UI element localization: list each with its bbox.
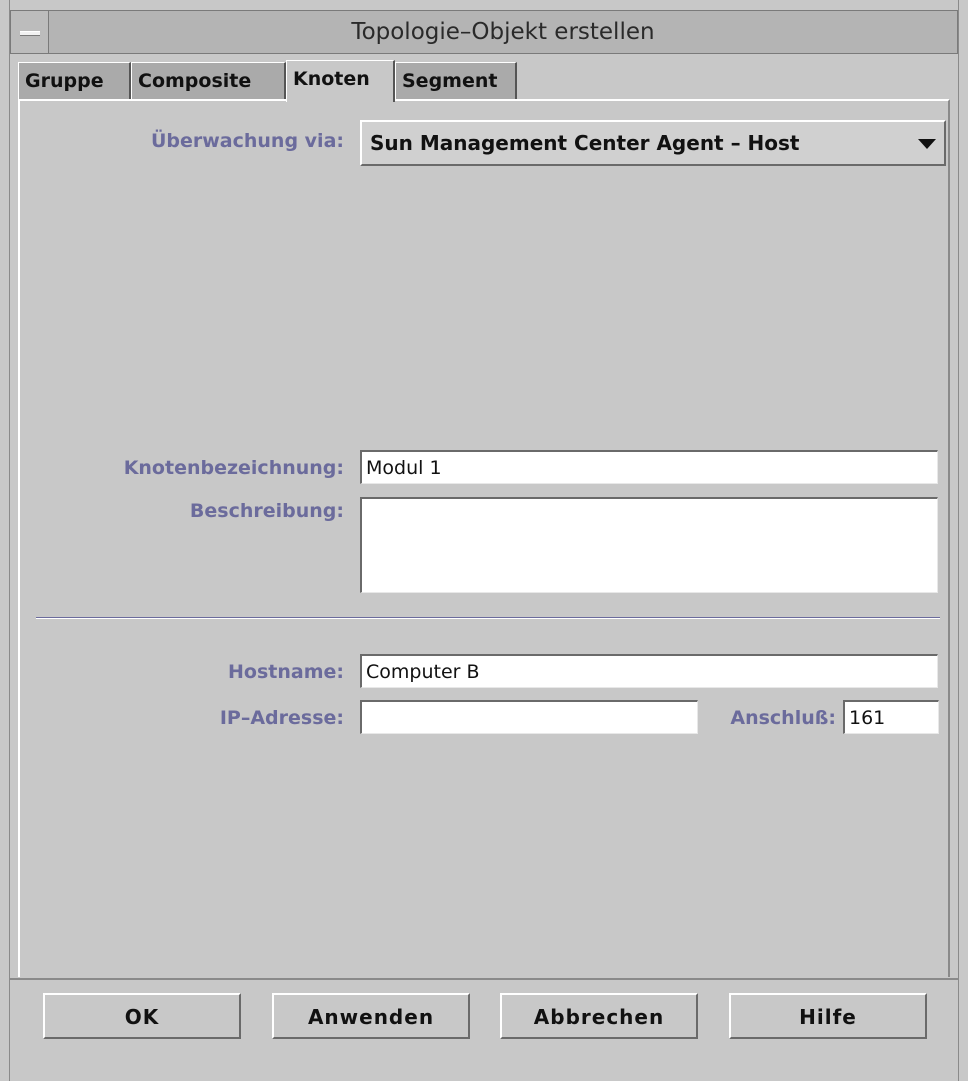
help-button[interactable]: Hilfe: [729, 993, 927, 1039]
cancel-button[interactable]: Abbrechen: [500, 993, 698, 1039]
hostname-field[interactable]: [360, 654, 938, 688]
window-menu-icon: [20, 31, 40, 36]
monitor-select-value: Sun Management Center Agent – Host: [370, 131, 800, 155]
tab-segment[interactable]: Segment: [395, 62, 517, 100]
node-label-field[interactable]: [360, 450, 938, 484]
button-bar-divider: [10, 978, 958, 980]
tab-knoten[interactable]: Knoten: [286, 60, 395, 102]
port-label: Anschluß:: [730, 707, 836, 729]
hostname-label: Hostname:: [228, 661, 344, 683]
window-frame-left[interactable]: [0, 0, 10, 1081]
node-label-label: Knotenbezeichnung:: [123, 457, 344, 479]
ip-address-field[interactable]: [360, 700, 698, 734]
cancel-button-label: Abbrechen: [533, 1005, 665, 1029]
tab-gruppe[interactable]: Gruppe: [18, 62, 131, 100]
description-label: Beschreibung:: [189, 500, 344, 522]
tab-composite[interactable]: Composite: [131, 62, 286, 100]
dialog-window: Topologie–Objekt erstellen Gruppe Compos…: [0, 0, 968, 1081]
description-field[interactable]: [360, 497, 938, 593]
monitor-label: Überwachung via:: [150, 130, 344, 152]
ip-address-label: IP–Adresse:: [219, 707, 344, 729]
apply-button-label: Anwenden: [307, 1005, 435, 1029]
help-button-label: Hilfe: [799, 1005, 857, 1029]
port-field[interactable]: [843, 700, 939, 734]
window-frame-right[interactable]: [958, 0, 968, 1081]
ok-button-label: OK: [124, 1005, 160, 1029]
apply-button[interactable]: Anwenden: [272, 993, 470, 1039]
divider: [36, 617, 940, 619]
window-menu-button[interactable]: [11, 11, 49, 53]
title-bar[interactable]: Topologie–Objekt erstellen: [10, 10, 958, 54]
chevron-down-icon: [918, 139, 936, 149]
window-title: Topologie–Objekt erstellen: [351, 19, 655, 45]
ok-button[interactable]: OK: [43, 993, 241, 1039]
monitor-select[interactable]: Sun Management Center Agent – Host: [360, 120, 946, 166]
